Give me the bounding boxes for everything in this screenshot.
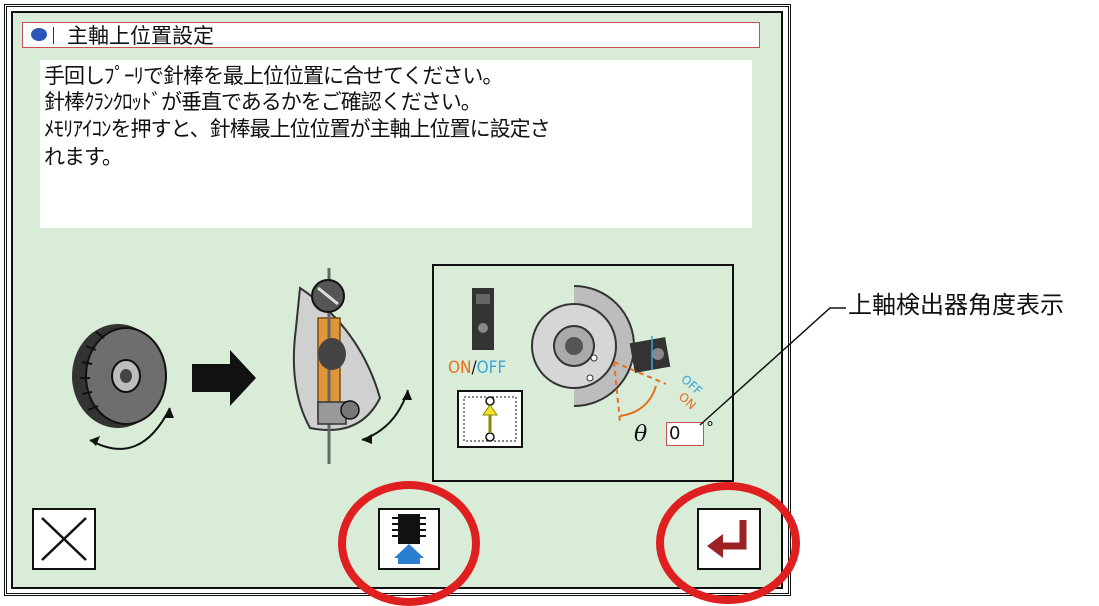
detector-icon <box>629 337 671 373</box>
dialog-title: 主軸上位置設定 <box>67 24 214 48</box>
angle-value-display: 0 <box>666 422 704 446</box>
message-line: 手回しﾌﾟｰﾘで針棒を最上位位置に合せてください。 <box>44 64 503 88</box>
message-line: れます。 <box>44 145 123 169</box>
enter-icon <box>707 520 747 558</box>
title-bar: 主軸上位置設定 <box>22 22 760 48</box>
detector-angle-callout: 上軸検出器角度表示 <box>848 291 1064 319</box>
handwheel-to-needlebar-illustration <box>72 268 412 464</box>
on-label: ON <box>448 358 472 378</box>
message-line: 針棒ｸﾗﾝｸﾛｯﾄﾞが垂直であるかをご確認ください。 <box>44 90 482 114</box>
handwheel-icon <box>72 324 174 450</box>
memory-position-icon <box>457 390 523 448</box>
close-icon <box>41 517 87 561</box>
title-indicator-icon <box>31 28 47 41</box>
rotary-disc-icon <box>531 285 635 407</box>
needlebar-crank-icon <box>292 268 412 464</box>
cancel-button[interactable] <box>32 508 96 570</box>
memory-icon <box>392 514 426 564</box>
instruction-message-box: 手回しﾌﾟｰﾘで針棒を最上位位置に合せてください。 針棒ｸﾗﾝｸﾛｯﾄﾞが垂直で… <box>40 60 752 228</box>
memory-button[interactable] <box>378 508 440 570</box>
sensor-angle-panel: ON/OFF OFF ON θ 0 ° <box>432 264 734 482</box>
theta-symbol: θ <box>634 422 648 447</box>
angle-unit: ° <box>706 418 714 437</box>
right-arrow-icon <box>192 350 256 406</box>
enter-button[interactable] <box>697 508 761 570</box>
sensor-icon <box>472 288 494 350</box>
message-line: ﾒﾓﾘｱｲｺﾝを押すと、針棒最上位位置が主軸上位置に設定さ <box>44 117 551 141</box>
on-off-label: ON/OFF <box>448 358 506 378</box>
title-separator <box>53 27 54 44</box>
off-label: OFF <box>476 358 507 378</box>
